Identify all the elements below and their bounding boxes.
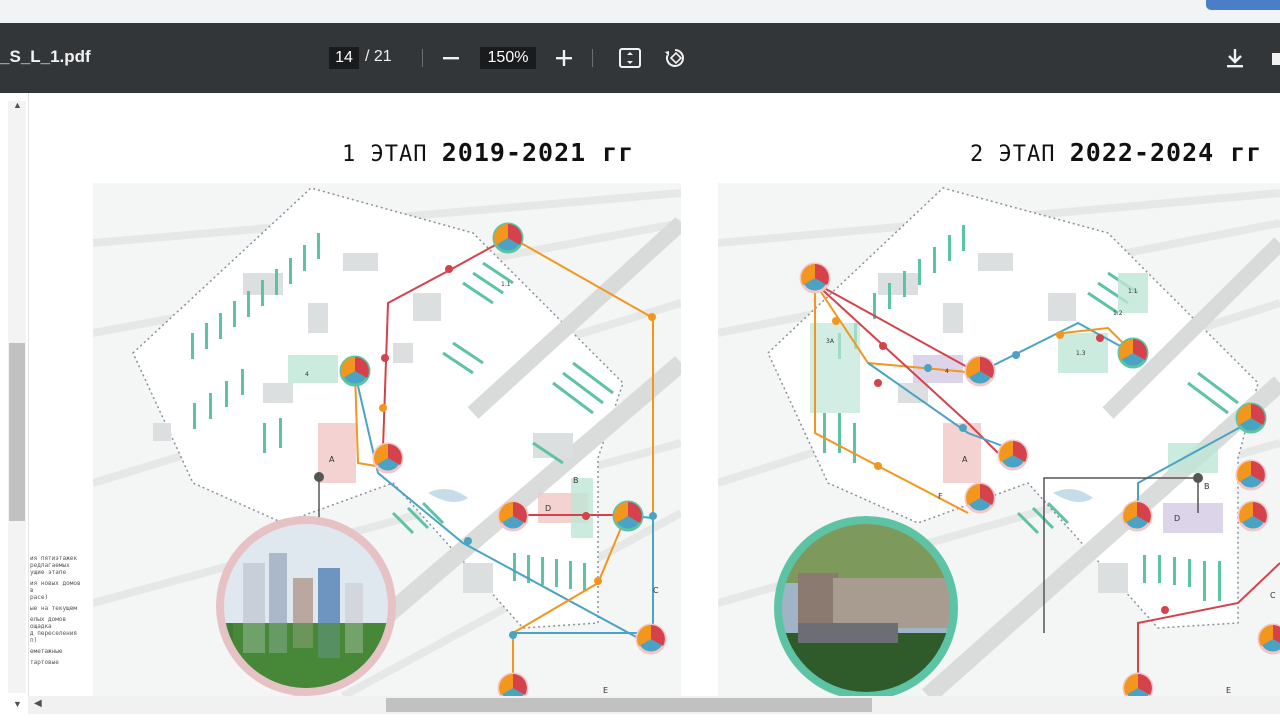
map-label-1-3: 1.3 [1076, 350, 1086, 357]
map-label-b: B [1204, 482, 1210, 491]
stage-1-title: 1 ЭТАП 2019-2021 гг [342, 138, 634, 167]
stage-2-map: A B C D E F 1.1 1.2 1.3 3A 4 [718, 183, 1280, 696]
legend-item: ые на текущем [30, 605, 77, 612]
legend-item: ия пятиэтажек редлагаемых ущие этапе [30, 555, 77, 576]
map-label-d: D [545, 504, 551, 513]
pdf-toolbar: _S_L_1.pdf 14 / 21 150% [0, 23, 1280, 93]
zoom-in-button[interactable] [550, 43, 578, 73]
legend-item: еметажные [30, 648, 63, 655]
plus-icon [556, 50, 572, 66]
map-label-a: A [329, 455, 335, 464]
download-icon [1227, 49, 1243, 68]
toolbar-divider [422, 49, 423, 67]
scroll-left-arrow-icon[interactable]: ◀ [34, 698, 42, 709]
zoom-level-input[interactable]: 150% [480, 47, 536, 69]
legend-item: ия новых домов в расе) [30, 580, 81, 601]
stage-2-prefix: 2 ЭТАП [970, 142, 1056, 167]
legend-item: тартовые [30, 659, 59, 666]
map-label-d: D [1174, 514, 1180, 523]
map-label-c: C [1270, 591, 1276, 600]
print-button[interactable] [1266, 43, 1280, 73]
file-name: _S_L_1.pdf [0, 47, 91, 66]
browser-action-button[interactable] [1206, 0, 1280, 10]
toolbar-divider [592, 49, 593, 67]
map-label-4: 4 [945, 368, 949, 375]
map-label-1-2: 1.2 [1113, 310, 1123, 317]
horizontal-scroll-thumb[interactable] [386, 698, 872, 712]
map-label-f: F [938, 492, 943, 501]
map-label-c: C [653, 586, 659, 595]
map-label-1-1: 1.1 [1128, 288, 1138, 295]
zoom-out-button[interactable] [437, 43, 465, 73]
fit-to-page-button[interactable] [617, 43, 647, 73]
map-label-b: B [573, 476, 579, 485]
legend-item: елых домов ощадка д переселения п) [30, 616, 77, 644]
map-label-4: 4 [305, 371, 309, 378]
page-total: / 21 [365, 48, 392, 65]
minus-icon [443, 57, 459, 60]
stage-2-years: 2022-2024 гг [1069, 138, 1263, 167]
fit-to-page-icon [619, 48, 641, 68]
rotate-button[interactable] [662, 43, 692, 73]
stage-1-prefix: 1 ЭТАП [342, 142, 428, 167]
vertical-scroll-thumb[interactable] [9, 343, 25, 521]
stage-1-years: 2019-2021 гг [441, 138, 635, 167]
map-label-a: A [962, 455, 968, 464]
page-number-input[interactable]: 14 [329, 47, 359, 69]
vertical-scrollbar[interactable]: ▲ ▼ [0, 93, 29, 709]
print-icon [1272, 53, 1280, 65]
map-label-1-1: 1.1 [501, 281, 511, 288]
stage-1-map: A B C D E 1.1 4 [93, 183, 681, 696]
map-legend: ия пятиэтажек редлагаемых ущие этапе ия … [30, 555, 100, 670]
map-label-3a: 3A [826, 338, 835, 345]
rotate-icon [665, 49, 684, 67]
stage-2-title: 2 ЭТАП 2022-2024 гг [970, 138, 1262, 167]
map-label-e: E [603, 686, 608, 695]
download-button[interactable] [1222, 43, 1252, 73]
horizontal-scrollbar[interactable]: ◀ [28, 696, 1280, 714]
scroll-down-arrow-icon[interactable]: ▼ [13, 699, 22, 709]
map-label-e: E [1226, 686, 1231, 695]
scroll-up-arrow-icon[interactable]: ▲ [13, 100, 22, 110]
browser-top-strip [0, 0, 1280, 23]
